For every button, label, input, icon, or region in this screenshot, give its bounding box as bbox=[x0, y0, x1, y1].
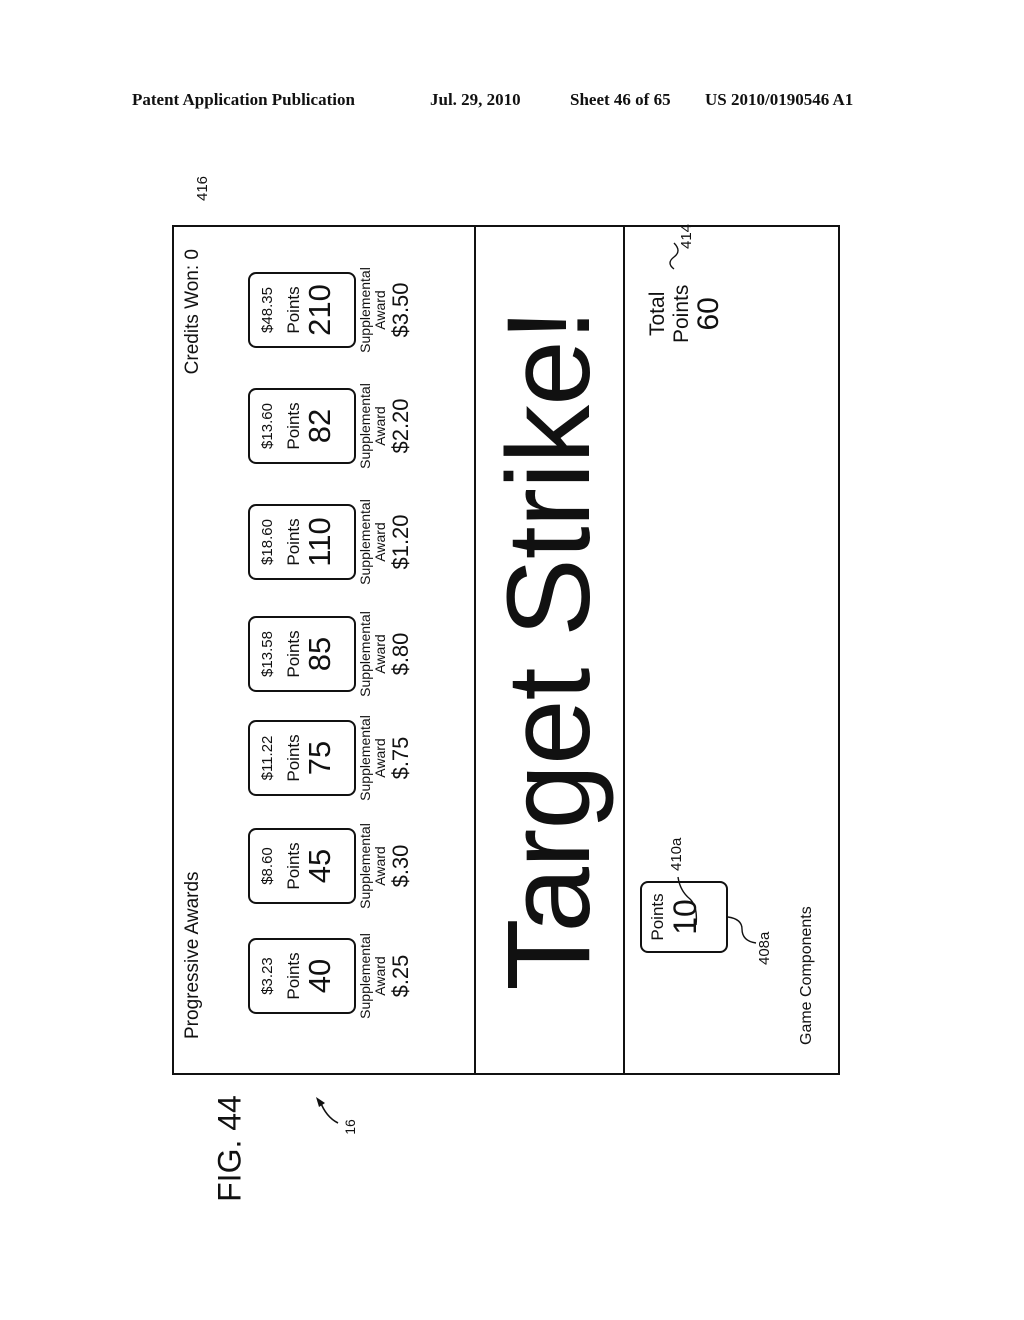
sheet-number: Sheet 46 of 65 bbox=[570, 90, 671, 109]
publication-title: Patent Application Publication bbox=[132, 90, 355, 109]
leader-410a bbox=[677, 876, 698, 926]
figure-label: FIG. 44 bbox=[200, 1090, 260, 1220]
leader-414 bbox=[669, 242, 679, 270]
ref-408a: 408a bbox=[756, 931, 773, 965]
ref-16-callout: 16 bbox=[312, 1095, 372, 1155]
game-display-drawing: Progressive Awards Credits Won: 0 $3.23 … bbox=[172, 223, 840, 1075]
figure-label-text: FIG. 44 bbox=[211, 1095, 248, 1202]
ref-416-label: 416 bbox=[194, 175, 212, 202]
ref-416-callout: 416 bbox=[190, 170, 220, 220]
publication-date: Jul. 29, 2010 bbox=[430, 90, 521, 109]
patent-header: Patent Application Publication Jul. 29, … bbox=[0, 90, 1024, 114]
reference-leaders bbox=[669, 242, 757, 944]
leader-408a bbox=[727, 916, 757, 944]
ref-16-label: 16 bbox=[341, 1119, 358, 1135]
patent-number: US 2010/0190546 A1 bbox=[705, 90, 854, 109]
ref-410a: 410a bbox=[668, 837, 685, 871]
ref-414: 414 bbox=[678, 223, 695, 249]
